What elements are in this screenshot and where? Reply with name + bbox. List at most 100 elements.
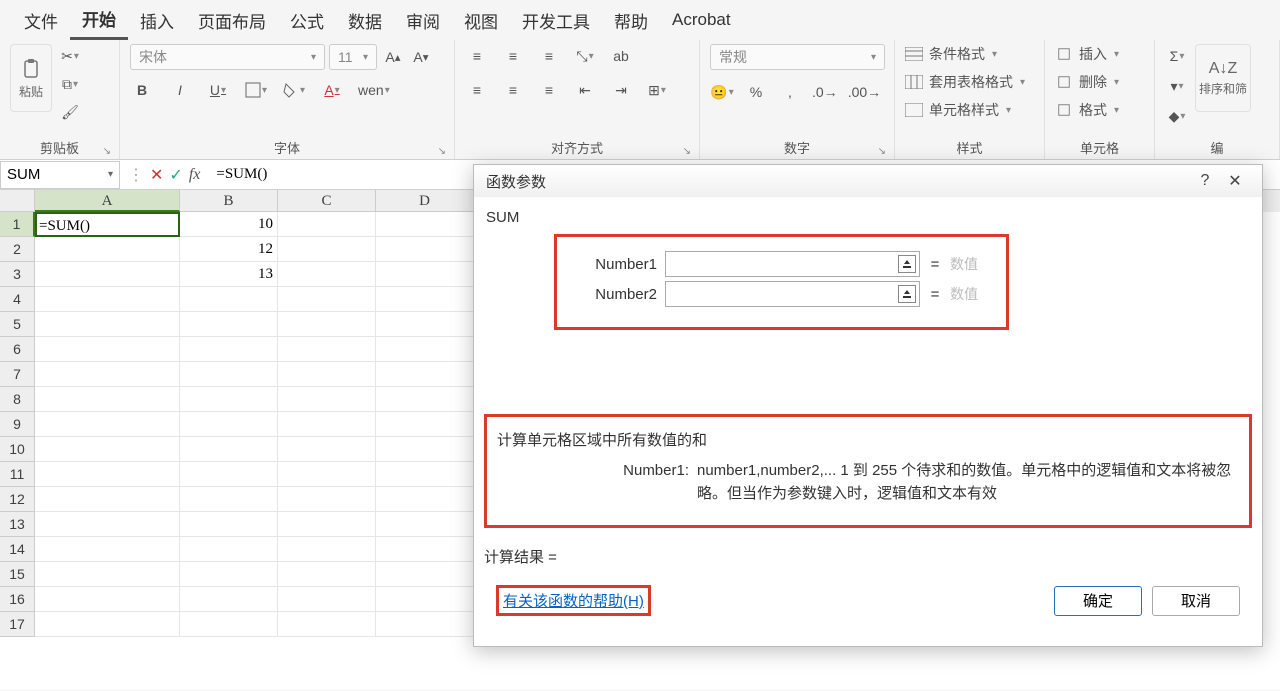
row-header-7[interactable]: 7 <box>0 362 35 387</box>
percent-button[interactable]: % <box>744 80 768 104</box>
cell-b15[interactable] <box>180 562 278 587</box>
row-header-9[interactable]: 9 <box>0 412 35 437</box>
cell-d15[interactable] <box>376 562 474 587</box>
tab-layout[interactable]: 页面布局 <box>186 2 278 39</box>
cell-c13[interactable] <box>278 512 376 537</box>
align-left-button[interactable]: ≡ <box>465 78 489 102</box>
cell-d4[interactable] <box>376 287 474 312</box>
align-middle-button[interactable]: ≡ <box>501 44 525 68</box>
dialog-help-button[interactable]: ? <box>1190 172 1220 190</box>
cell-d3[interactable] <box>376 262 474 287</box>
tab-acrobat[interactable]: Acrobat <box>660 4 743 36</box>
row-header-14[interactable]: 14 <box>0 537 35 562</box>
cancel-formula-button[interactable]: ✕ <box>150 165 163 185</box>
number-format-combo[interactable]: 常规▾ <box>710 44 885 70</box>
row-header-17[interactable]: 17 <box>0 612 35 637</box>
cell-d7[interactable] <box>376 362 474 387</box>
border-button[interactable]: ▾ <box>244 78 268 102</box>
cell-a12[interactable] <box>35 487 180 512</box>
cell-a16[interactable] <box>35 587 180 612</box>
cell-b5[interactable] <box>180 312 278 337</box>
cell-b11[interactable] <box>180 462 278 487</box>
cell-c2[interactable] <box>278 237 376 262</box>
font-dialog-launcher[interactable]: ↘ <box>438 146 446 157</box>
confirm-formula-button[interactable]: ✓ <box>169 165 182 185</box>
cell-d8[interactable] <box>376 387 474 412</box>
tab-data[interactable]: 数据 <box>336 2 394 39</box>
arg2-range-picker[interactable] <box>898 285 916 303</box>
align-bottom-button[interactable]: ≡ <box>537 44 561 68</box>
cell-a11[interactable] <box>35 462 180 487</box>
cell-b16[interactable] <box>180 587 278 612</box>
increase-font-button[interactable]: A▴ <box>381 45 405 69</box>
conditional-format-button[interactable]: 条件格式▾ <box>905 44 997 64</box>
row-header-12[interactable]: 12 <box>0 487 35 512</box>
paste-button[interactable]: 粘贴 <box>10 44 52 112</box>
cell-c11[interactable] <box>278 462 376 487</box>
cell-a1[interactable]: =SUM() <box>35 212 180 237</box>
arg2-input[interactable] <box>665 281 920 307</box>
format-as-table-button[interactable]: 套用表格格式▾ <box>905 72 1025 92</box>
autosum-button[interactable]: Σ▾ <box>1165 44 1189 68</box>
cell-d5[interactable] <box>376 312 474 337</box>
clipboard-dialog-launcher[interactable]: ↘ <box>103 146 111 157</box>
cell-b9[interactable] <box>180 412 278 437</box>
cell-c16[interactable] <box>278 587 376 612</box>
select-all-corner[interactable] <box>0 190 35 212</box>
fill-color-button[interactable]: ▾ <box>282 78 306 102</box>
cell-a5[interactable] <box>35 312 180 337</box>
tab-dev[interactable]: 开发工具 <box>510 2 602 39</box>
cell-c7[interactable] <box>278 362 376 387</box>
font-name-combo[interactable]: 宋体▾ <box>130 44 325 70</box>
copy-button[interactable]: ⧉▾ <box>58 72 82 96</box>
cell-d13[interactable] <box>376 512 474 537</box>
cell-a17[interactable] <box>35 612 180 637</box>
cell-a3[interactable] <box>35 262 180 287</box>
orientation-button[interactable]: ⤡▾ <box>573 44 597 68</box>
arg1-input[interactable] <box>665 251 920 277</box>
col-header-d[interactable]: D <box>376 190 474 212</box>
cell-c6[interactable] <box>278 337 376 362</box>
row-header-10[interactable]: 10 <box>0 437 35 462</box>
row-header-16[interactable]: 16 <box>0 587 35 612</box>
cell-b10[interactable] <box>180 437 278 462</box>
cell-a8[interactable] <box>35 387 180 412</box>
cell-c17[interactable] <box>278 612 376 637</box>
ok-button[interactable]: 确定 <box>1054 586 1142 616</box>
row-header-8[interactable]: 8 <box>0 387 35 412</box>
merge-cells-button[interactable]: ⊞▾ <box>645 78 669 102</box>
cell-d12[interactable] <box>376 487 474 512</box>
cell-c8[interactable] <box>278 387 376 412</box>
row-header-15[interactable]: 15 <box>0 562 35 587</box>
cell-d16[interactable] <box>376 587 474 612</box>
delete-cells-button[interactable]: 删除▾ <box>1055 72 1119 92</box>
format-painter-button[interactable]: 🖌 <box>58 100 82 124</box>
font-color-button[interactable]: A▾ <box>320 78 344 102</box>
cell-d6[interactable] <box>376 337 474 362</box>
sort-filter-button[interactable]: A↓Z 排序和筛 <box>1195 44 1251 112</box>
fill-button[interactable]: ▾▾ <box>1165 74 1189 98</box>
cell-c3[interactable] <box>278 262 376 287</box>
currency-button[interactable]: 😐▾ <box>710 80 734 104</box>
cell-b2[interactable]: 12 <box>180 237 278 262</box>
cell-a13[interactable] <box>35 512 180 537</box>
align-top-button[interactable]: ≡ <box>465 44 489 68</box>
tab-review[interactable]: 审阅 <box>394 2 452 39</box>
italic-button[interactable]: I <box>168 78 192 102</box>
wrap-text-button[interactable]: ab <box>609 44 633 68</box>
cell-a7[interactable] <box>35 362 180 387</box>
align-right-button[interactable]: ≡ <box>537 78 561 102</box>
format-cells-button[interactable]: 格式▾ <box>1055 100 1119 120</box>
tab-home[interactable]: 开始 <box>70 0 128 40</box>
cell-styles-button[interactable]: 单元格样式▾ <box>905 100 1011 120</box>
cell-a10[interactable] <box>35 437 180 462</box>
col-header-c[interactable]: C <box>278 190 376 212</box>
decrease-decimal-button[interactable]: .00→ <box>848 80 881 104</box>
cell-a14[interactable] <box>35 537 180 562</box>
cell-d9[interactable] <box>376 412 474 437</box>
number-dialog-launcher[interactable]: ↘ <box>878 146 886 157</box>
col-header-a[interactable]: A <box>35 190 180 212</box>
col-header-b[interactable]: B <box>180 190 278 212</box>
bold-button[interactable]: B <box>130 78 154 102</box>
cell-c15[interactable] <box>278 562 376 587</box>
